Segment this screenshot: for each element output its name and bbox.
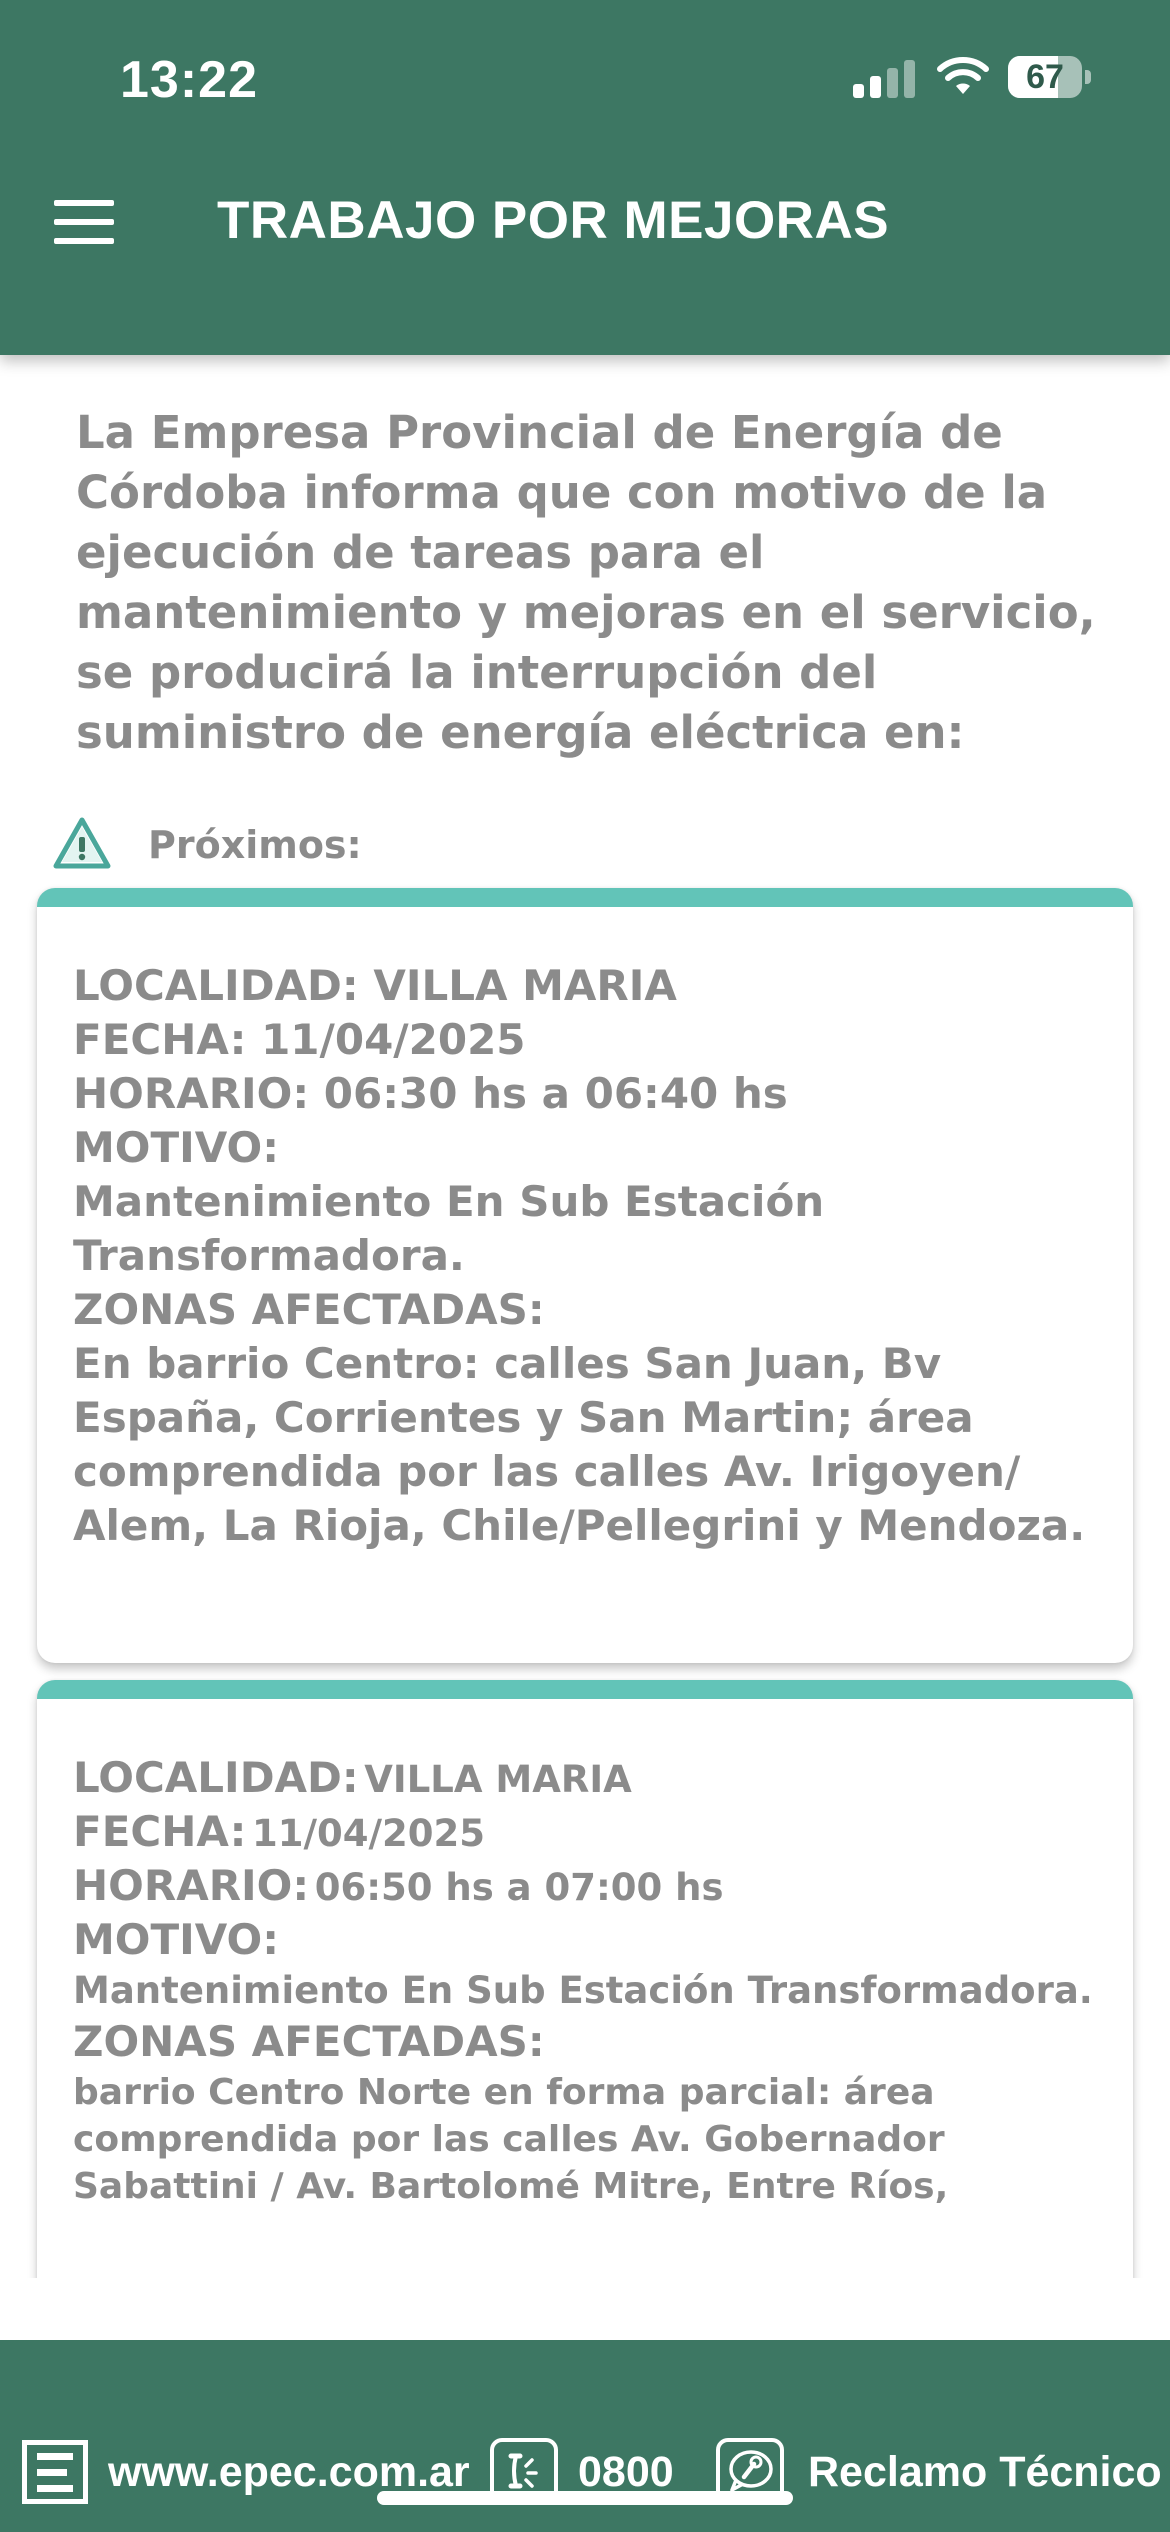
- intro-text: La Empresa Provincial de Energía de Córd…: [76, 406, 1096, 759]
- warning-triangle-icon: [53, 817, 111, 869]
- battery-percent: 67: [1026, 58, 1064, 96]
- cellular-signal-icon: [853, 58, 915, 98]
- localidad-row: LOCALIDAD: VILLA MARIA: [73, 959, 1103, 1013]
- outage-card[interactable]: LOCALIDAD: VILLA MARIA FECHA: 11/04/2025…: [37, 1680, 1133, 2278]
- app-header: 13:22 67 TRABAJO POR MEJORAS: [0, 0, 1170, 355]
- fecha-value: 11/04/2025: [252, 1812, 485, 1855]
- section-label: Próximos:: [148, 823, 362, 867]
- horario-row: HORARIO: 06:30 hs a 06:40 hs: [73, 1067, 1103, 1121]
- zonas-value: En barrio Centro: calles San Juan, Bv Es…: [73, 1339, 1086, 1550]
- horario-label: HORARIO:: [73, 1069, 310, 1118]
- battery-tip: [1085, 70, 1091, 84]
- battery-icon: 67: [1008, 56, 1082, 98]
- outage-card-body: LOCALIDAD: VILLA MARIA FECHA: 11/04/2025…: [73, 1751, 1103, 2210]
- horario-row: HORARIO: 06:50 hs a 07:00 hs: [73, 1859, 1103, 1913]
- motivo-label: MOTIVO:: [73, 1915, 280, 1964]
- website-link[interactable]: www.epec.com.ar: [108, 2448, 470, 2497]
- localidad-row: LOCALIDAD: VILLA MARIA: [73, 1751, 1103, 1805]
- localidad-value: VILLA MARIA: [373, 961, 677, 1010]
- fecha-row: FECHA: 11/04/2025: [73, 1805, 1103, 1859]
- fecha-label: FECHA:: [73, 1807, 247, 1856]
- fecha-value: 11/04/2025: [261, 1015, 526, 1064]
- zonas-label: ZONAS AFECTADAS:: [73, 2017, 545, 2066]
- motivo-label: MOTIVO:: [73, 1123, 280, 1172]
- localidad-value: VILLA MARIA: [364, 1758, 632, 1801]
- zonas-value: barrio Centro Norte en forma parcial: ár…: [73, 2072, 949, 2207]
- status-time: 13:22: [120, 51, 258, 109]
- home-indicator[interactable]: [377, 2491, 793, 2505]
- notice-scroll-area[interactable]: La Empresa Provincial de Energía de Córd…: [0, 355, 1170, 2278]
- motivo-value: Mantenimiento En Sub Estación Transforma…: [73, 1177, 825, 1280]
- hamburger-menu-icon[interactable]: [50, 196, 118, 248]
- technical-claim-link[interactable]: Reclamo Técnico: [808, 2448, 1162, 2497]
- localidad-label: LOCALIDAD:: [73, 961, 359, 1010]
- fecha-row: FECHA: 11/04/2025: [73, 1013, 1103, 1067]
- horario-value: 06:30 hs a 06:40 hs: [323, 1069, 788, 1118]
- localidad-label: LOCALIDAD:: [73, 1753, 359, 1802]
- zonas-label: ZONAS AFECTADAS:: [73, 1285, 545, 1334]
- horario-label: HORARIO:: [73, 1861, 310, 1910]
- page-title: TRABAJO POR MEJORAS: [217, 191, 890, 250]
- phone-number-link[interactable]: 0800: [578, 2448, 674, 2497]
- outage-card-body: LOCALIDAD: VILLA MARIA FECHA: 11/04/2025…: [73, 959, 1103, 1553]
- wifi-icon: [937, 57, 989, 94]
- fecha-label: FECHA:: [73, 1015, 247, 1064]
- outage-card[interactable]: LOCALIDAD: VILLA MARIA FECHA: 11/04/2025…: [37, 888, 1133, 1663]
- epec-logo-icon[interactable]: [22, 2440, 88, 2504]
- horario-value: 06:50 hs a 07:00 hs: [314, 1866, 724, 1909]
- motivo-value: Mantenimiento En Sub Estación Transforma…: [73, 1969, 1093, 2012]
